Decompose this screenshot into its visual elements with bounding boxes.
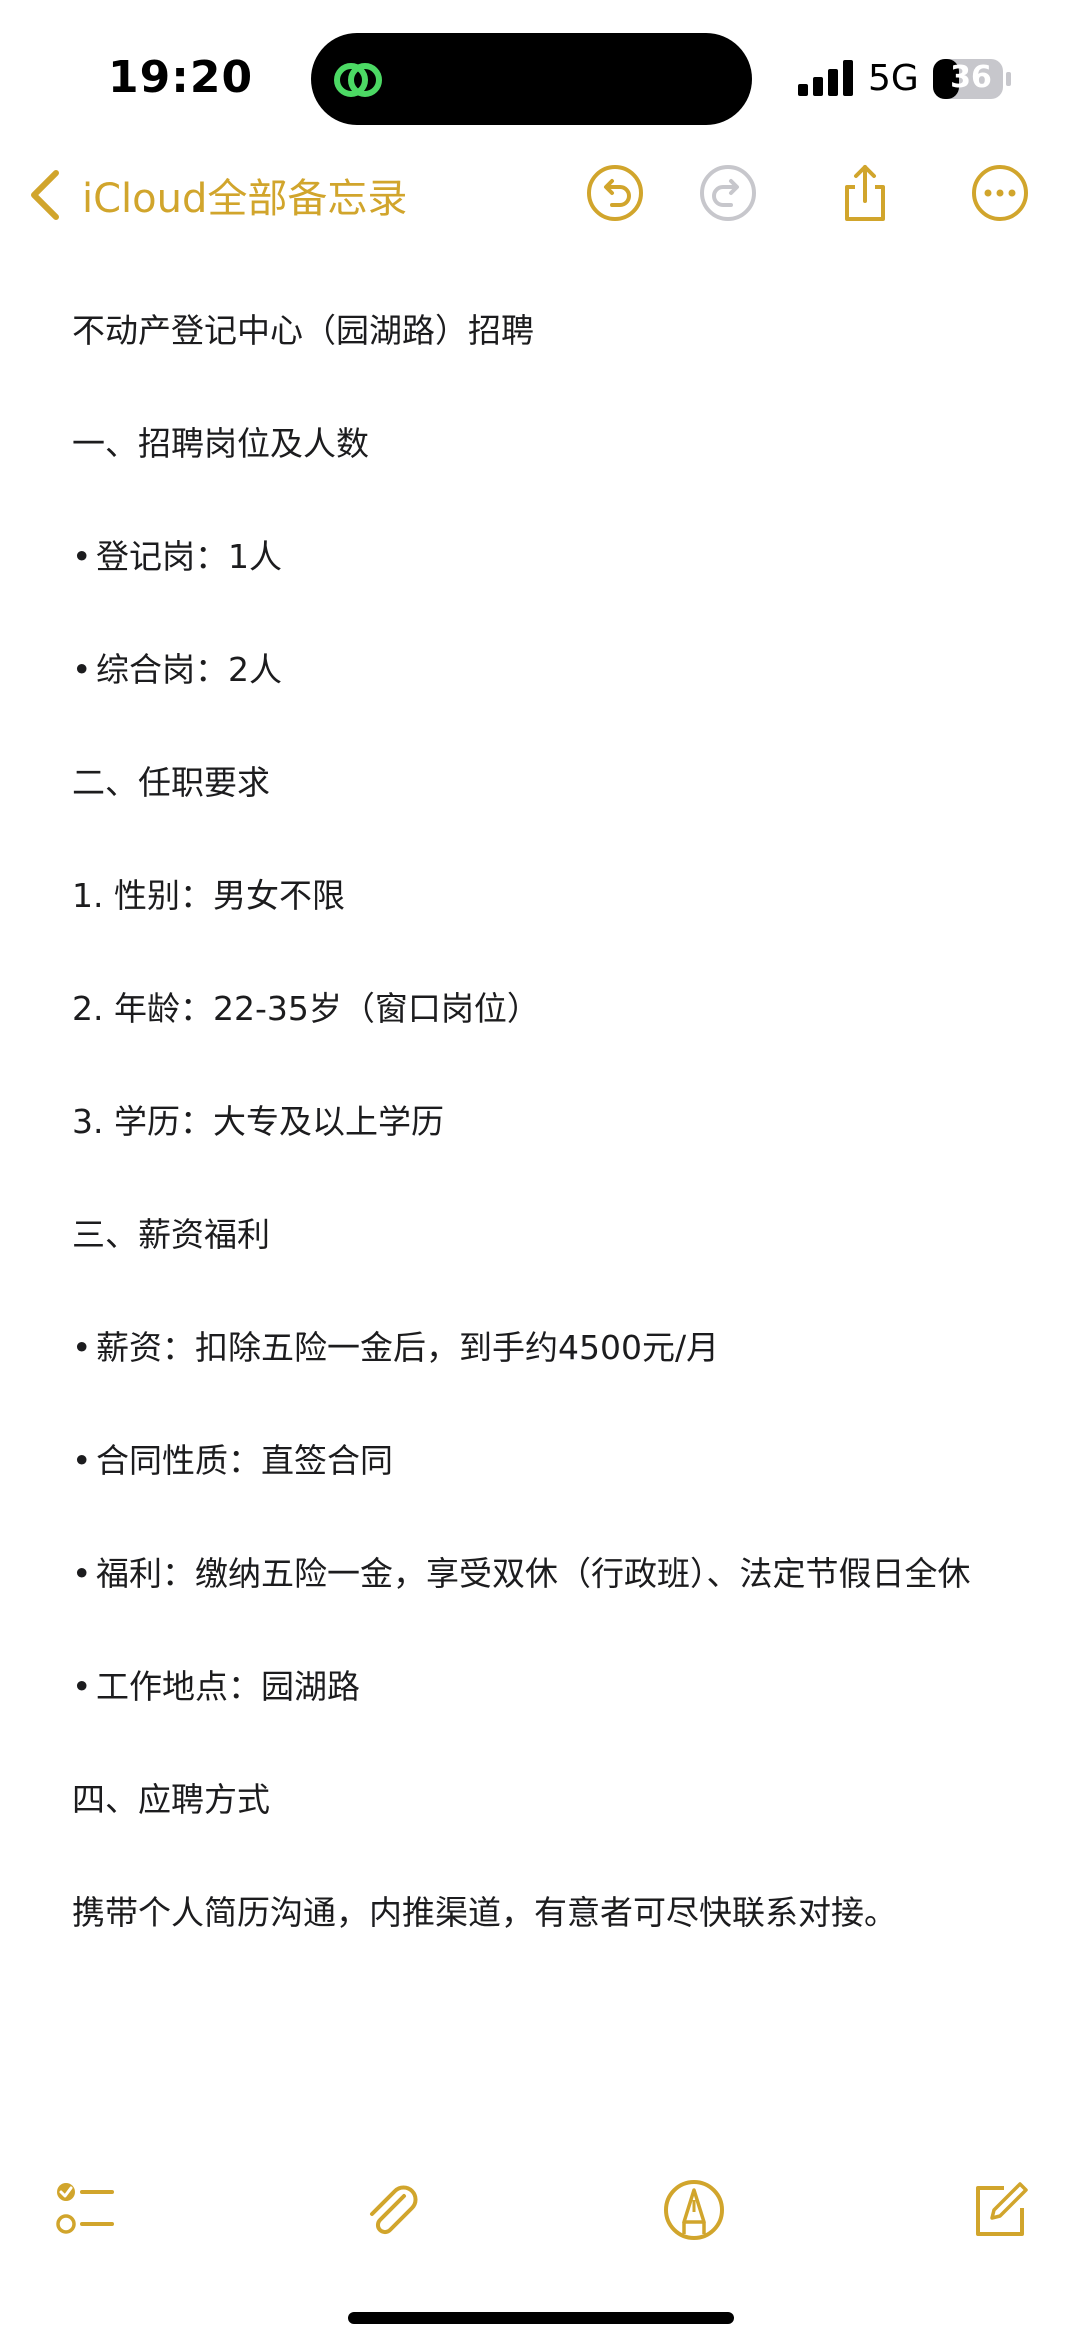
- chevron-left-icon: [31, 170, 59, 220]
- more-button[interactable]: [970, 163, 1030, 223]
- note-bullet-item[interactable]: • 福利：缴纳五险一金，享受双休（行政班）、法定节假日全休: [72, 1548, 1032, 1661]
- note-line-text: 薪资：扣除五险一金后，到手约4500元/月: [96, 1328, 720, 1367]
- markup-button[interactable]: [662, 2178, 726, 2242]
- note-line-text: 工作地点：园湖路: [96, 1667, 360, 1706]
- note-title[interactable]: 不动产登记中心（园湖路）招聘: [72, 305, 1032, 418]
- note-paragraph[interactable]: 二、任职要求: [72, 757, 1032, 870]
- note-line-text: 福利：缴纳五险一金，享受双休（行政班）、法定节假日全休: [96, 1554, 971, 1593]
- note-paragraph[interactable]: 一、招聘岗位及人数: [72, 418, 1032, 531]
- note-bullet-item[interactable]: • 综合岗：2人: [72, 644, 1032, 757]
- markup-icon: [664, 2180, 724, 2240]
- note-line-text: 不动产登记中心（园湖路）招聘: [72, 311, 534, 350]
- note-paragraph[interactable]: 三、薪资福利: [72, 1209, 1032, 1322]
- share-icon: [845, 165, 885, 221]
- note-paragraph[interactable]: 2. 年龄：22-35岁（窗口岗位）: [72, 983, 1032, 1096]
- note-line-text: 二、任职要求: [72, 763, 270, 802]
- battery-level: 36: [950, 60, 992, 95]
- more-icon: [972, 165, 1028, 221]
- status-time: 19:20: [108, 52, 254, 103]
- bullet-marker: •: [72, 650, 92, 689]
- redo-icon: [700, 165, 756, 221]
- undo-icon: [587, 165, 643, 221]
- attachment-button[interactable]: [360, 2178, 424, 2242]
- note-bullet-item[interactable]: • 薪资：扣除五险一金后，到手约4500元/月: [72, 1322, 1032, 1435]
- note-paragraph[interactable]: 携带个人简历沟通，内推渠道，有意者可尽快联系对接。: [72, 1887, 1032, 2000]
- note-line-text: 四、应聘方式: [72, 1780, 270, 1819]
- note-line-text: 1. 性别：男女不限: [72, 876, 345, 915]
- note-body[interactable]: 不动产登记中心（园湖路）招聘 一、招聘岗位及人数 • 登记岗：1人 • 综合岗：2人 二、任…: [72, 305, 1032, 2000]
- battery-icon: 36: [932, 58, 1014, 100]
- network-label: 5G: [868, 58, 919, 99]
- back-label: iCloud全部备忘录: [82, 176, 408, 222]
- note-line-text: 综合岗：2人: [96, 650, 282, 689]
- attachment-icon: [370, 2185, 418, 2235]
- redo-button[interactable]: [698, 163, 758, 223]
- home-indicator: [348, 2312, 734, 2324]
- note-line-text: 携带个人简历沟通，内推渠道，有意者可尽快联系对接。: [72, 1893, 897, 1932]
- compose-button[interactable]: [968, 2178, 1032, 2242]
- note-line-text: 登记岗：1人: [96, 537, 282, 576]
- signal-icon: [798, 60, 853, 96]
- note-line-text: 2. 年龄：22-35岁（窗口岗位）: [72, 989, 540, 1028]
- link-app-icon: [334, 63, 382, 97]
- share-button[interactable]: [835, 163, 895, 223]
- note-bullet-item[interactable]: • 工作地点：园湖路: [72, 1661, 1032, 1774]
- compose-icon: [976, 2182, 1028, 2236]
- dynamic-island: [311, 33, 752, 125]
- bullet-marker: •: [72, 1328, 92, 1367]
- note-paragraph[interactable]: 3. 学历：大专及以上学历: [72, 1096, 1032, 1209]
- note-line-text: 一、招聘岗位及人数: [72, 424, 369, 463]
- note-line-text: 合同性质：直签合同: [96, 1441, 393, 1480]
- note-paragraph[interactable]: 1. 性别：男女不限: [72, 870, 1032, 983]
- undo-button[interactable]: [585, 163, 645, 223]
- bullet-marker: •: [72, 1554, 92, 1593]
- note-paragraph[interactable]: 四、应聘方式: [72, 1774, 1032, 1887]
- bullet-marker: •: [72, 1667, 92, 1706]
- checklist-icon: [56, 2183, 114, 2234]
- back-button[interactable]: iCloud全部备忘录: [28, 165, 407, 225]
- bullet-marker: •: [72, 1441, 92, 1480]
- note-bullet-item[interactable]: • 合同性质：直签合同: [72, 1435, 1032, 1548]
- note-bullet-item[interactable]: • 登记岗：1人: [72, 531, 1032, 644]
- checklist-button[interactable]: [52, 2178, 116, 2242]
- note-line-text: 3. 学历：大专及以上学历: [72, 1102, 444, 1141]
- note-line-text: 三、薪资福利: [72, 1215, 270, 1254]
- bullet-marker: •: [72, 537, 92, 576]
